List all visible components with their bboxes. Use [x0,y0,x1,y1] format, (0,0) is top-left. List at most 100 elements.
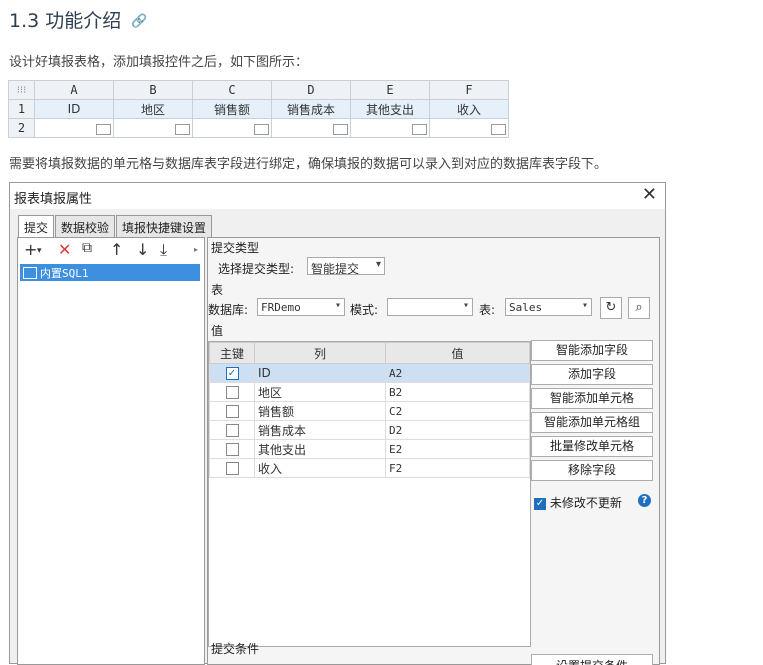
value-cell[interactable]: C2 [385,401,530,421]
grid-header-column: 列 [254,342,386,364]
table-select[interactable]: Sales ▾ [505,298,592,316]
tab-validation[interactable]: 数据校验 [55,215,116,238]
link-icon[interactable]: 🔗 [131,14,147,29]
primary-key-checkbox[interactable] [225,424,239,437]
textbox-widget-icon [254,124,269,135]
field-mapping-grid: 主键 列 值 ✓ ID A2 地区 B2 销售额 C2 销售成本 D2 其他支出… [208,341,531,647]
column-cell: 地区 [254,382,386,402]
value-group-label: 值 [211,324,224,338]
submit-list-panel: + ▾ ✕ ⧉ ↑ ↓ ⤓ ▸ 内置SQL1 [17,237,205,665]
batch-edit-cells-button[interactable]: 批量修改单元格 [531,436,653,457]
primary-key-checkbox[interactable] [225,462,239,475]
table-row[interactable]: 销售成本 D2 [209,420,530,440]
sheet-cell: 其他支出 [350,99,430,119]
sheet-cell: 收入 [429,99,509,119]
no-update-if-unchanged-checkbox[interactable]: ✓ 未修改不更新 [534,494,622,511]
table-row[interactable]: ✓ ID A2 [209,363,530,383]
remove-field-button[interactable]: 移除字段 [531,460,653,481]
list-toolbar: + ▾ ✕ ⧉ ↑ ↓ ⤓ ▸ [18,238,204,261]
submit-type-select[interactable]: 智能提交 ▾ [307,257,385,276]
page-title: 1.3 功能介绍 🔗 [9,10,148,32]
sheet-preview: ⁝⁝⁝ A B C D E F 1 ID 地区 销售额 销售成本 其他支出 收入… [8,80,509,138]
primary-key-checkbox[interactable]: ✓ [225,367,239,380]
chevron-down-icon: ▾ [581,300,588,311]
schema-select[interactable]: ▾ [387,298,473,316]
widget-cell [192,118,272,138]
col-header: C [192,80,272,100]
value-cell[interactable]: A2 [385,363,530,383]
table-row[interactable]: 收入 F2 [209,458,530,478]
value-cell[interactable]: D2 [385,420,530,440]
table-row[interactable]: 地区 B2 [209,382,530,402]
col-header: E [350,80,430,100]
primary-key-checkbox[interactable] [225,405,239,418]
widget-cell [271,118,351,138]
tab-bar: 提交 数据校验 填报快捷键设置 [18,215,213,238]
textbox-widget-icon [333,124,348,135]
sheet-cell: 销售额 [192,99,272,119]
sheet-cell: ID [34,99,114,119]
dialog-title: 报表填报属性 [14,192,93,207]
smart-add-cell-group-button[interactable]: 智能添加单元格组 [531,412,653,433]
schema-label: 模式: [350,303,379,317]
row-header: 2 [8,118,35,138]
sheet-cell: 地区 [113,99,193,119]
tab-submit[interactable]: 提交 [18,215,55,238]
sheet-cell: 销售成本 [271,99,351,119]
move-down-icon[interactable]: ↓ [136,240,149,259]
col-header: F [429,80,509,100]
add-icon[interactable]: + [24,240,37,259]
primary-key-checkbox[interactable] [225,386,239,399]
primary-key-checkbox[interactable] [225,443,239,456]
column-cell: 销售成本 [254,420,386,440]
value-cell[interactable]: B2 [385,382,530,402]
tree-item-sql[interactable]: 内置SQL1 [20,264,200,281]
chevron-down-icon[interactable]: ▾ [37,246,42,256]
column-cell: 销售额 [254,401,386,421]
textbox-widget-icon [175,124,190,135]
value-cell[interactable]: E2 [385,439,530,459]
textbox-widget-icon [96,124,111,135]
row-header: 1 [8,99,35,119]
table-group-label: 表 [211,283,224,297]
col-header: A [34,80,114,100]
help-icon[interactable]: ? [638,494,651,507]
more-icon[interactable]: ▸ [194,245,198,254]
chevron-down-icon: ▾ [375,259,381,270]
table-row[interactable]: 销售额 C2 [209,401,530,421]
widget-cell [429,118,509,138]
table-icon [23,267,37,279]
textbox-widget-icon [491,124,506,135]
tab-shortcut[interactable]: 填报快捷键设置 [116,215,213,238]
col-header: D [271,80,351,100]
delete-icon[interactable]: ✕ [58,240,71,259]
smart-add-cells-button[interactable]: 智能添加单元格 [531,388,653,409]
smart-add-fields-button[interactable]: 智能添加字段 [531,340,653,361]
column-cell: 其他支出 [254,439,386,459]
move-up-icon[interactable]: ↑ [110,240,123,259]
column-cell: ID [254,363,386,383]
copy-icon[interactable]: ⧉ [82,240,92,256]
textbox-widget-icon [412,124,427,135]
submit-type-label: 选择提交类型: [218,262,295,276]
dialog-body: 提交 数据校验 填报快捷键设置 + ▾ ✕ ⧉ ↑ ↓ ⤓ ▸ 内置SQL1 提交类… [10,209,665,665]
chevron-down-icon: ▾ [334,300,341,311]
submit-type-group-label: 提交类型 [211,241,260,255]
widget-cell [350,118,430,138]
move-bottom-icon[interactable]: ⤓ [160,240,167,260]
table-row[interactable]: 其他支出 E2 [209,439,530,459]
intro-paragraph: 设计好填报表格，添加填报控件之后，如下图所示： [9,55,309,70]
binding-paragraph: 需要将填报数据的单元格与数据库表字段进行绑定，确保填报的数据可以录入到对应的数据… [9,157,608,172]
close-icon[interactable]: ✕ [642,184,657,205]
fill-attributes-dialog: 报表填报属性 ✕ 提交 数据校验 填报快捷键设置 + ▾ ✕ ⧉ ↑ ↓ ⤓ ▸ 内… [9,182,666,665]
table-label: 表: [479,303,496,317]
column-cell: 收入 [254,458,386,478]
widget-cell [113,118,193,138]
refresh-icon[interactable]: ↻ [600,297,622,319]
add-field-button[interactable]: 添加字段 [531,364,653,385]
condition-group-label: 提交条件 [211,642,260,656]
database-select[interactable]: FRDemo ▾ [257,298,345,316]
value-cell[interactable]: F2 [385,458,530,478]
preview-icon[interactable]: ⌕ [628,297,650,319]
checkbox-checked-icon: ✓ [534,497,546,510]
